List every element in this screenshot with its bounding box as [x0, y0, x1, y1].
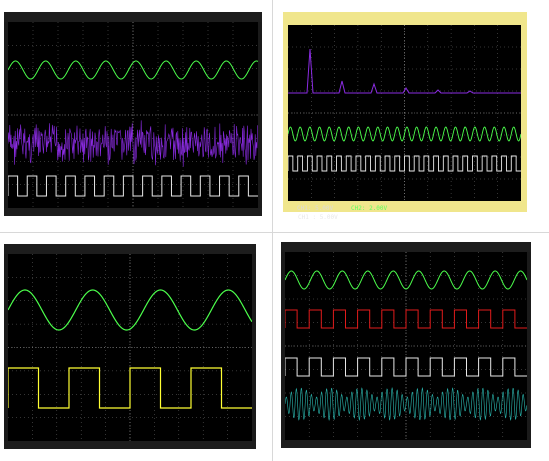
- ch1-scale-readout: CH1: 5.00V: [297, 205, 334, 212]
- waveform-display: [288, 25, 521, 201]
- graticule: [8, 254, 252, 441]
- bottom-status-bar: [4, 208, 262, 216]
- vertical-separator: [272, 0, 273, 461]
- scope-panel-top-right: CH1 : 5.00V CH1: 5.00V CH2: 2.00V: [283, 12, 527, 221]
- scope-screen: [8, 254, 252, 441]
- waveform-display: [8, 254, 252, 441]
- scope-panel-bottom-left: [4, 244, 256, 449]
- bottom-status-bar: [281, 440, 531, 448]
- waveform-display: [8, 22, 258, 208]
- horizontal-separator: [0, 232, 549, 233]
- top-status-bar: [281, 242, 531, 252]
- scope-screen: [8, 22, 258, 208]
- red-square-trace: [285, 309, 527, 329]
- ch2-scale-readout: CH2: 2.00V: [351, 205, 388, 212]
- graticule: [288, 25, 521, 201]
- white-square-trace: [288, 155, 521, 172]
- yellow-square-trace: [8, 367, 252, 409]
- waveform-display: [285, 252, 527, 440]
- scope-panel-bottom-right: [281, 242, 531, 448]
- scope-screen: CH1 : 5.00V: [288, 25, 521, 221]
- bottom-status-bar: [4, 441, 256, 449]
- top-status-bar: [4, 12, 262, 22]
- scope-panel-top-left: [4, 12, 262, 216]
- graticule: [285, 252, 527, 440]
- top-status-bar: [4, 244, 256, 254]
- scope-screen: [285, 252, 527, 440]
- white-square-trace: [285, 357, 527, 377]
- ch1-scale-label: CH1 : 5.00V: [298, 214, 338, 221]
- white-square-trace: [8, 175, 258, 197]
